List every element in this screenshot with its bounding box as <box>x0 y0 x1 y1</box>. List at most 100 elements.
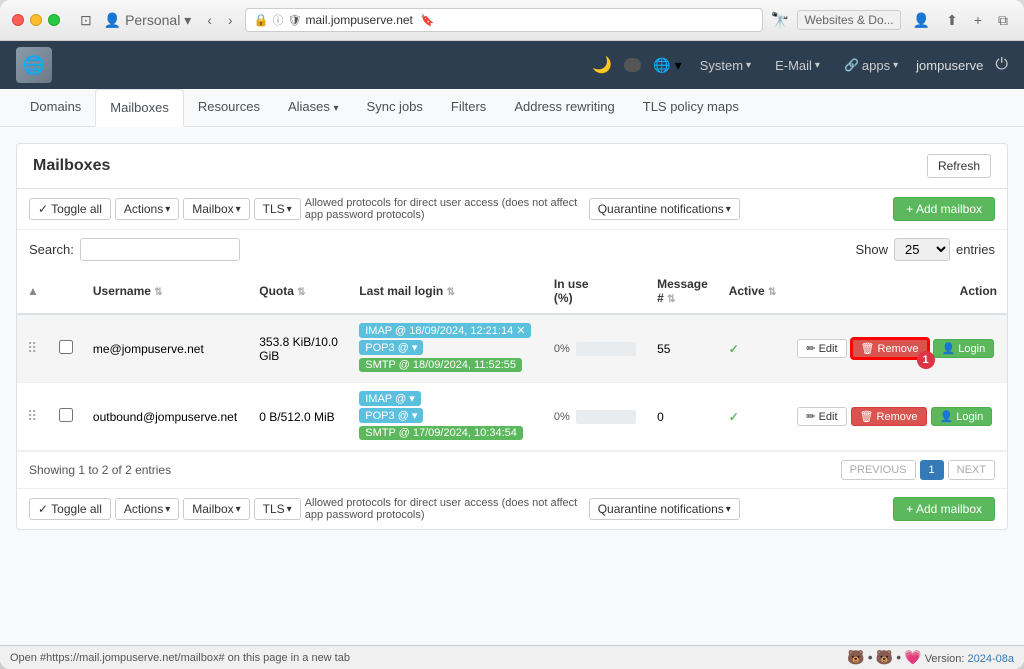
entries-select[interactable]: 25 50 100 <box>894 238 950 261</box>
protocol-smtp-1[interactable]: SMTP @ 18/09/2024, 11:52:55 <box>359 357 534 374</box>
back-btn[interactable]: ‹ <box>203 10 216 30</box>
login-btn-1[interactable]: 👤 Login <box>933 339 995 358</box>
address-bar[interactable]: 🔒 ⓘ 🛡 mail.jompuserve.net 🔖 <box>245 8 763 32</box>
profile-btn[interactable]: 👤 Personal ▾ <box>100 10 196 31</box>
tab-aliases[interactable]: Aliases ▾ <box>274 89 353 127</box>
quarantine-dropdown-bottom[interactable]: Quarantine notifications ▾ <box>589 498 740 520</box>
search-input[interactable] <box>80 238 240 261</box>
remove-btn-1[interactable]: 🗑 Remove <box>851 338 929 359</box>
remove-btn-2[interactable]: 🗑 Remove <box>851 407 927 426</box>
cell-messages-2: 0 <box>647 383 719 451</box>
edit-btn-2[interactable]: ✏ Edit <box>797 407 846 426</box>
add-mailbox-btn-bottom[interactable]: + Add mailbox <box>893 497 995 521</box>
next-page-btn[interactable]: NEXT <box>948 460 995 480</box>
col-in-use[interactable]: In use(%) <box>544 269 647 314</box>
mailbox-dropdown-bottom[interactable]: Mailbox ▾ <box>183 498 249 520</box>
window-toggle[interactable]: ⊡ <box>76 10 96 31</box>
system-menu[interactable]: System ▾ <box>694 55 757 76</box>
new-tab-btn[interactable]: + <box>970 10 986 30</box>
apps-caret: ▾ <box>893 60 898 71</box>
col-action: Action <box>787 269 1007 314</box>
prev-page-btn[interactable]: PREVIOUS <box>841 460 916 480</box>
toggle-all-bottom[interactable]: ✓ Toggle all <box>29 498 111 520</box>
protocol-imap-2[interactable]: IMAP @ ▾ <box>359 391 534 408</box>
actions-caret-bottom: ▾ <box>165 504 170 515</box>
top-navbar: 🌐 🌙 🌐 ▾ System ▾ E-Mail ▾ 🔗 apps ▾ jompu… <box>0 41 1024 89</box>
row-checkbox-cell-2[interactable] <box>49 383 83 451</box>
table-header: ▲ Username ⇅ Quota ⇅ Last mail login ⇅ I… <box>17 269 1007 314</box>
action-buttons-2: ✏ Edit 🗑 Remove 👤 Login <box>797 407 997 426</box>
remove-highlight-wrapper: 🗑 Remove 1 <box>851 338 929 359</box>
col-active[interactable]: Active ⇅ <box>719 269 788 314</box>
maximize-button[interactable] <box>48 14 60 26</box>
dark-mode-icon[interactable]: 🌙 <box>592 55 612 75</box>
col-checkbox <box>49 269 83 314</box>
pagination: PREVIOUS 1 NEXT <box>841 460 995 480</box>
tab-resources[interactable]: Resources <box>184 89 274 127</box>
quarantine-caret-top: ▾ <box>726 204 731 215</box>
status-bar: Open #https://mail.jompuserve.net/mailbo… <box>0 645 1024 669</box>
col-sort[interactable]: ▲ <box>17 269 49 314</box>
actions-dropdown-top[interactable]: Actions ▾ <box>115 198 179 220</box>
col-quota[interactable]: Quota ⇅ <box>249 269 349 314</box>
page-1-btn[interactable]: 1 <box>920 460 944 480</box>
minimize-button[interactable] <box>30 14 42 26</box>
add-mailbox-btn-top[interactable]: + Add mailbox <box>893 197 995 221</box>
cell-protocols-1: IMAP @ 18/09/2024, 12:21:14 ✕ POP3 @ ▾ S… <box>349 314 544 383</box>
col-username[interactable]: Username ⇅ <box>83 269 249 314</box>
protocol-smtp-2[interactable]: SMTP @ 17/09/2024, 10:34:54 <box>359 425 534 442</box>
tab-tls-policy-maps[interactable]: TLS policy maps <box>629 89 753 127</box>
row-drag-2[interactable]: ⠿ <box>17 383 49 451</box>
email-caret: ▾ <box>815 60 820 71</box>
login-btn-2[interactable]: 👤 Login <box>931 407 993 426</box>
mailboxes-table: ▲ Username ⇅ Quota ⇅ Last mail login ⇅ I… <box>17 269 1007 451</box>
search-area: Search: <box>29 238 240 261</box>
allowed-protocols-text-top: Allowed protocols for direct user access… <box>305 197 585 221</box>
apps-menu[interactable]: 🔗 apps ▾ <box>838 55 904 76</box>
edit-btn-1[interactable]: ✏ Edit <box>797 339 846 358</box>
username-display: jompuserve <box>916 58 983 73</box>
row-drag[interactable]: ⠿ <box>17 314 49 383</box>
app-content: 🌐 🌙 🌐 ▾ System ▾ E-Mail ▾ 🔗 apps ▾ jompu… <box>0 41 1024 669</box>
forward-btn[interactable]: › <box>224 10 237 30</box>
tab-sync-jobs[interactable]: Sync jobs <box>353 89 437 127</box>
tab-filters[interactable]: Filters <box>437 89 500 127</box>
col-message[interactable]: Message# ⇅ <box>647 269 719 314</box>
tab-mailboxes[interactable]: Mailboxes <box>95 89 184 127</box>
cell-actions-2: ✏ Edit 🗑 Remove 👤 Login <box>787 383 1007 451</box>
toggle-all-top[interactable]: ✓ Toggle all <box>29 198 111 220</box>
logout-icon[interactable]: ⏻ <box>995 56 1008 74</box>
tls-dropdown-bottom[interactable]: TLS ▾ <box>254 498 301 520</box>
action-buttons-1: ✏ Edit 🗑 Remove 1 <box>797 338 997 359</box>
refresh-button[interactable]: Refresh <box>927 154 991 178</box>
email-menu[interactable]: E-Mail ▾ <box>769 55 826 76</box>
account-btn[interactable]: 👤 <box>909 10 934 31</box>
tab-address-rewriting[interactable]: Address rewriting <box>500 89 628 127</box>
tls-dropdown-top[interactable]: TLS ▾ <box>254 198 301 220</box>
extensions-btn[interactable]: ⧉ <box>994 10 1012 31</box>
share-btn[interactable]: ⬆ <box>942 10 962 31</box>
row-checkbox-1[interactable] <box>59 340 73 354</box>
table-row: ⠿ outbound@jompuserve.net 0 B/512.0 MiB … <box>17 383 1007 451</box>
protocol-imap-1[interactable]: IMAP @ 18/09/2024, 12:21:14 ✕ <box>359 323 534 340</box>
mailboxes-panel: Mailboxes Refresh ✓ Toggle all Actions ▾ <box>16 143 1008 530</box>
version-link[interactable]: 2024-08a <box>968 653 1015 665</box>
dark-mode-toggle[interactable] <box>624 58 641 72</box>
col-last-login[interactable]: Last mail login ⇅ <box>349 269 544 314</box>
tab-domains[interactable]: Domains <box>16 89 95 127</box>
cell-active-2: ✓ <box>719 383 788 451</box>
protocol-pop3-2[interactable]: POP3 @ ▾ <box>359 408 534 425</box>
close-button[interactable] <box>12 14 24 26</box>
protocol-pop3-1[interactable]: POP3 @ ▾ <box>359 340 534 357</box>
tls-caret-top: ▾ <box>287 204 292 215</box>
actions-dropdown-bottom[interactable]: Actions ▾ <box>115 498 179 520</box>
quarantine-dropdown-top[interactable]: Quarantine notifications ▾ <box>589 198 740 220</box>
mailbox-dropdown-top[interactable]: Mailbox ▾ <box>183 198 249 220</box>
panel-header: Mailboxes Refresh <box>17 144 1007 189</box>
tab-right-label: Websites & Do... <box>797 10 900 30</box>
row-checkbox-2[interactable] <box>59 408 73 422</box>
cell-inuse-2: 0% <box>544 383 647 451</box>
show-entries: Show 25 50 100 entries <box>855 238 995 261</box>
row-checkbox-cell[interactable] <box>49 314 83 383</box>
language-selector[interactable]: 🌐 ▾ <box>653 57 681 74</box>
